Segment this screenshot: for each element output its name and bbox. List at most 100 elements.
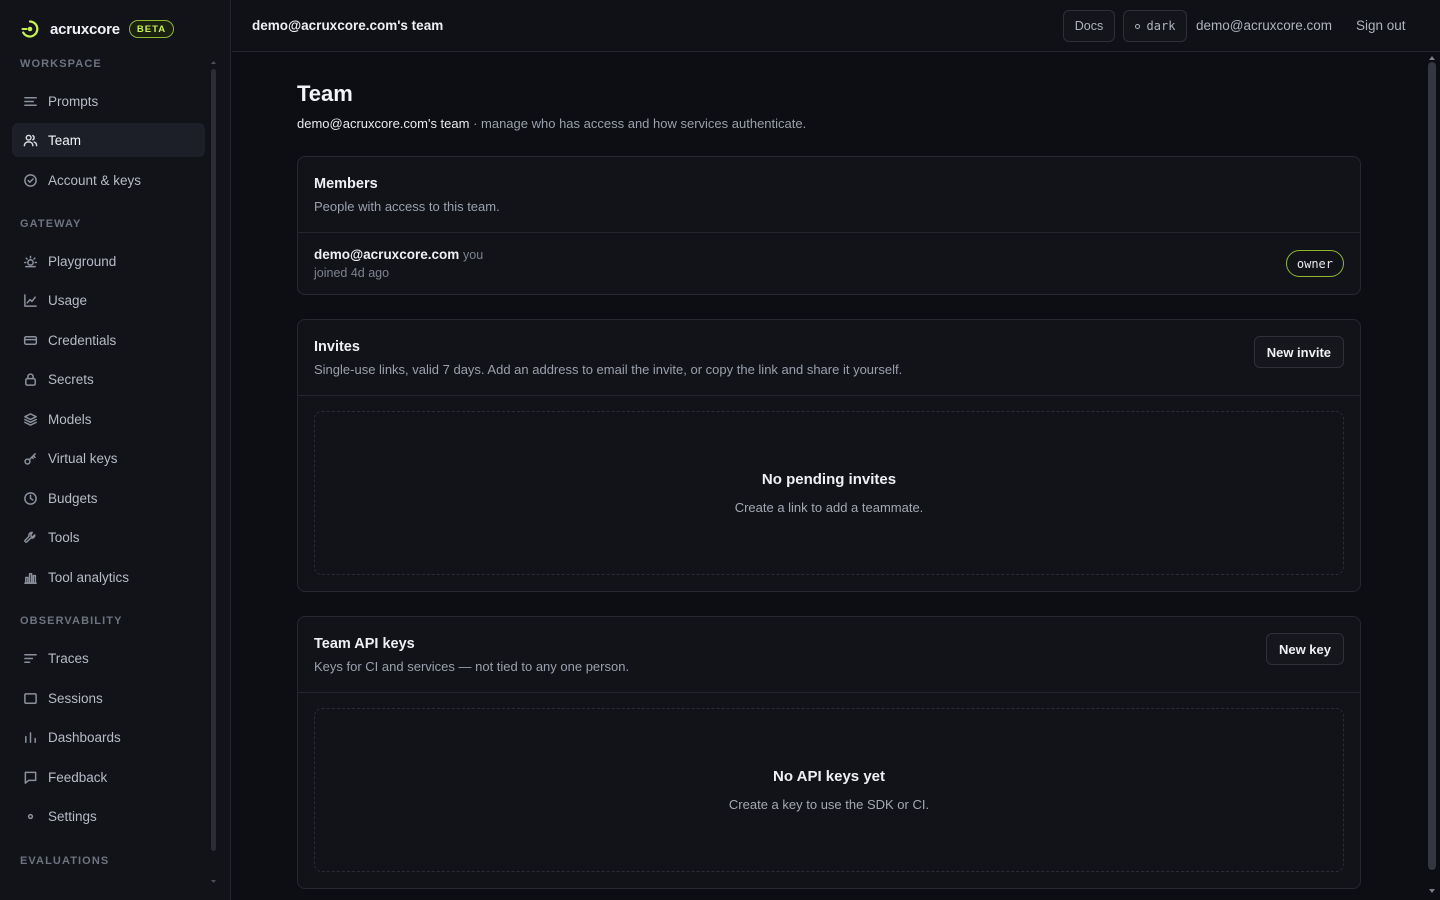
sidebar-item-secrets[interactable]: Secrets xyxy=(12,362,205,396)
invites-empty-title: No pending invites xyxy=(761,471,897,488)
api-keys-title: Team API keys xyxy=(314,636,415,652)
sidebar-item-label: Sessions xyxy=(48,690,103,706)
api-keys-description: Keys for CI and services — not tied to a… xyxy=(314,659,630,674)
columns-icon xyxy=(22,729,38,745)
invites-empty-state: No pending invites Create a link to add … xyxy=(314,411,1344,575)
theme-label: dark xyxy=(1146,19,1176,33)
main-scrollbar[interactable] xyxy=(1428,62,1436,870)
bar-chart-icon xyxy=(22,569,38,585)
section-label-observability: OBSERVABILITY xyxy=(20,615,123,627)
scroll-up-arrow-icon[interactable] xyxy=(210,60,217,65)
sun-icon xyxy=(22,253,38,269)
dot-icon xyxy=(22,808,38,824)
sidebar-item-settings[interactable]: Settings xyxy=(12,799,205,833)
team-switcher[interactable]: demo@acruxcore.com's team xyxy=(252,18,443,33)
line-chart-icon xyxy=(22,292,38,308)
sign-out-link[interactable]: Sign out xyxy=(1356,18,1406,33)
invites-description: Single-use links, valid 7 days. Add an a… xyxy=(314,362,903,377)
sidebar-item-tool-analytics[interactable]: Tool analytics xyxy=(12,560,205,594)
users-icon xyxy=(22,132,38,148)
brand-name: acruxcore xyxy=(50,20,120,38)
clock-icon xyxy=(22,490,38,506)
sidebar-item-budgets[interactable]: Budgets xyxy=(12,481,205,515)
theme-toggle-button[interactable]: dark xyxy=(1123,10,1187,42)
section-label-gateway: GATEWAY xyxy=(20,218,82,230)
new-key-button[interactable]: New key xyxy=(1265,633,1344,665)
brand[interactable]: acruxcore BETA xyxy=(20,17,175,41)
lock-icon xyxy=(22,371,38,387)
invites-card-header: Invites Single-use links, valid 7 days. … xyxy=(298,320,1360,396)
sidebar-item-label: Tool analytics xyxy=(48,569,130,585)
key-icon xyxy=(22,450,38,466)
member-row: demo@acruxcore.com you joined 4d ago own… xyxy=(298,233,1360,295)
sidebar-item-label: Dashboards xyxy=(48,729,121,745)
api-keys-empty-state: No API keys yet Create a key to use the … xyxy=(314,708,1344,872)
sidebar-item-team[interactable]: Team xyxy=(12,123,205,157)
invites-empty-description: Create a link to add a teammate. xyxy=(734,500,924,515)
members-card: Members People with access to this team.… xyxy=(297,156,1361,295)
sidebar-item-usage[interactable]: Usage xyxy=(12,283,205,317)
members-title: Members xyxy=(314,176,378,192)
section-label-evaluations: EVALUATIONS xyxy=(20,855,110,867)
sidebar-item-label: Playground xyxy=(48,253,117,269)
main-scroll-down-arrow-icon[interactable] xyxy=(1428,888,1436,894)
api-keys-empty-title: No API keys yet xyxy=(773,768,885,785)
sidebar-nav: WORKSPACE Prompts Team Account & keys GA… xyxy=(0,52,212,900)
sidebar-item-tools[interactable]: Tools xyxy=(12,520,205,554)
sidebar-item-models[interactable]: Models xyxy=(12,402,205,436)
page-title: Team xyxy=(297,81,353,106)
acruxcore-logo-icon xyxy=(20,19,40,39)
members-description: People with access to this team. xyxy=(314,199,500,214)
sidebar-item-account-keys[interactable]: Account & keys xyxy=(12,163,205,197)
api-keys-card-header: Team API keys Keys for CI and services —… xyxy=(298,617,1360,693)
api-keys-empty-description: Create a key to use the SDK or CI. xyxy=(728,797,930,812)
user-email: demo@acruxcore.com xyxy=(1196,18,1333,33)
sidebar-item-label: Team xyxy=(48,132,82,148)
layers-icon xyxy=(22,411,38,427)
sidebar-item-prompts[interactable]: Prompts xyxy=(12,84,205,118)
member-email: demo@acruxcore.com xyxy=(314,247,460,262)
sidebar-item-label: Prompts xyxy=(48,93,99,109)
sidebar-item-label: Usage xyxy=(48,292,88,308)
sidebar: acruxcore BETA WORKSPACE Prompts Team Ac… xyxy=(0,0,231,900)
traces-icon xyxy=(22,650,38,666)
sidebar-item-sessions[interactable]: Sessions xyxy=(12,681,205,715)
theme-dot-icon xyxy=(1134,23,1140,29)
scroll-down-arrow-icon[interactable] xyxy=(210,879,217,884)
role-badge: owner xyxy=(1285,250,1344,277)
new-invite-button[interactable]: New invite xyxy=(1253,336,1344,368)
main-scroll-up-arrow-icon[interactable] xyxy=(1428,55,1436,61)
api-keys-card: Team API keys Keys for CI and services —… xyxy=(297,616,1361,889)
sidebar-item-dashboards[interactable]: Dashboards xyxy=(12,720,205,754)
section-label-workspace: WORKSPACE xyxy=(20,58,102,70)
lines-icon xyxy=(22,93,38,109)
sidebar-item-playground[interactable]: Playground xyxy=(12,244,205,278)
wrench-icon xyxy=(22,529,38,545)
invites-title: Invites xyxy=(314,339,360,355)
sidebar-item-label: Credentials xyxy=(48,332,117,348)
sidebar-item-label: Tools xyxy=(48,529,80,545)
invites-card: Invites Single-use links, valid 7 days. … xyxy=(297,319,1361,592)
page-subtitle-text: · manage who has access and how services… xyxy=(469,116,807,131)
message-icon xyxy=(22,769,38,785)
card-icon xyxy=(22,332,38,348)
sidebar-item-traces[interactable]: Traces xyxy=(12,641,205,675)
docs-button[interactable]: Docs xyxy=(1063,10,1115,42)
sidebar-item-virtual-keys[interactable]: Virtual keys xyxy=(12,441,205,475)
members-card-header: Members People with access to this team. xyxy=(298,157,1360,233)
member-you-tag: you xyxy=(463,248,484,262)
beta-badge: BETA xyxy=(128,20,175,38)
check-circle-icon xyxy=(22,172,38,188)
sidebar-scrollbar[interactable] xyxy=(211,69,216,851)
sidebar-item-label: Secrets xyxy=(48,371,94,387)
sidebar-item-label: Feedback xyxy=(48,769,108,785)
sidebar-item-label: Traces xyxy=(48,650,89,666)
page-subtitle: demo@acruxcore.com's team · manage who h… xyxy=(297,116,806,131)
main-content: Team demo@acruxcore.com's team · manage … xyxy=(232,52,1426,900)
topbar: demo@acruxcore.com's team Docs dark demo… xyxy=(232,0,1440,52)
sidebar-item-credentials[interactable]: Credentials xyxy=(12,323,205,357)
window-icon xyxy=(22,690,38,706)
sidebar-item-label: Budgets xyxy=(48,490,98,506)
sidebar-item-feedback[interactable]: Feedback xyxy=(12,760,205,794)
member-joined: joined 4d ago xyxy=(314,266,390,280)
